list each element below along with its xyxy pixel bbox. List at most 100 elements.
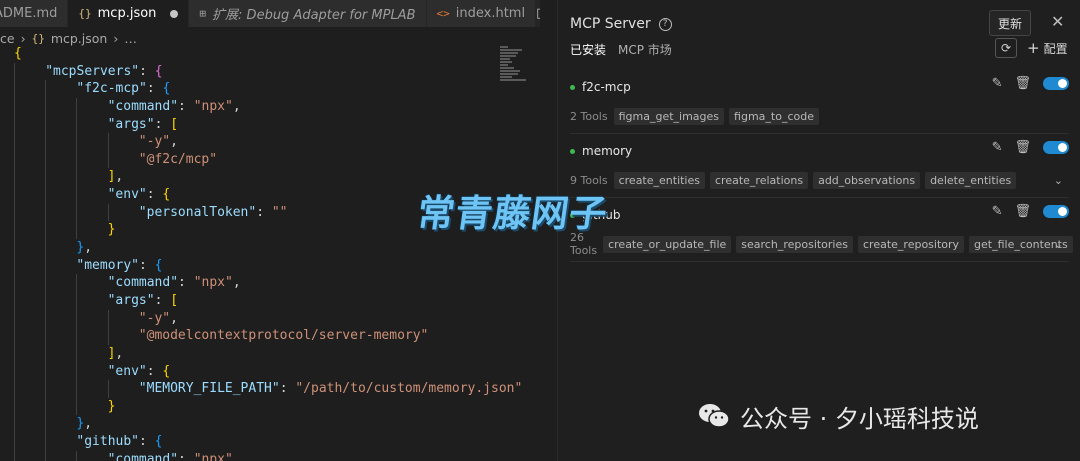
- tool-chip[interactable]: figma_get_images: [613, 107, 725, 125]
- tools-count: 2 Tools: [570, 109, 608, 123]
- server-item-github: github ✎ 🗑 26 Tools create_or_update_fil…: [570, 198, 1073, 262]
- code-line-text: }: [107, 222, 116, 238]
- code-line-text: "command": "npx",: [107, 275, 241, 291]
- breadcrumb-file[interactable]: mcp.json: [51, 31, 108, 46]
- code-line: "f2c-mcp": {: [0, 80, 500, 98]
- extension-icon: ⊞: [199, 7, 207, 20]
- code-line: ],: [0, 344, 500, 363]
- tool-chip[interactable]: create_entities: [613, 171, 705, 189]
- code-content[interactable]: {"mcpServers": {"f2c-mcp": {"command": "…: [0, 45, 522, 461]
- code-line-text: "command": "npx",: [107, 98, 241, 114]
- json-file-icon: {}: [31, 31, 45, 45]
- code-line-text: "command": "npx": [107, 451, 233, 461]
- code-line-text: "memory": {: [76, 257, 163, 273]
- tool-chip[interactable]: add_observations: [813, 171, 921, 189]
- trash-icon[interactable]: 🗑: [1014, 76, 1031, 91]
- breadcrumb-separator: ›: [113, 30, 119, 46]
- code-line-text: "MEMORY_FILE_PATH": "/path/to/custom/mem…: [138, 381, 523, 397]
- code-line-text: "-y",: [138, 310, 178, 326]
- code-line: "command": "npx",: [0, 274, 500, 292]
- server-enabled-toggle[interactable]: [1043, 141, 1069, 154]
- tab-mcp-market[interactable]: MCP 市场: [618, 41, 672, 58]
- tab-index-html[interactable]: <> index.html: [426, 0, 537, 27]
- chevron-down-icon[interactable]: ⌄: [1054, 174, 1063, 187]
- trash-icon[interactable]: 🗑: [1014, 140, 1031, 155]
- status-dot-icon: [570, 84, 575, 90]
- code-line-text: ],: [107, 345, 124, 361]
- server-enabled-toggle[interactable]: [1043, 77, 1069, 90]
- tool-chip[interactable]: figma_to_code: [729, 107, 819, 125]
- status-dot-icon: [570, 148, 575, 154]
- code-line: "env": {: [0, 362, 500, 381]
- code-line: "command": "npx": [0, 450, 500, 461]
- tab-readme-label: ADME.md: [0, 6, 58, 21]
- breadcrumb-more[interactable]: …: [124, 31, 137, 46]
- html-file-icon: <>: [436, 7, 450, 20]
- server-actions: ✎ 🗑: [992, 76, 1069, 91]
- server-actions: ✎ 🗑: [992, 204, 1069, 219]
- breadcrumb-separator: ›: [20, 30, 26, 46]
- watermark-text: 常青藤网子: [414, 192, 611, 235]
- code-line-text: "github": {: [76, 434, 163, 450]
- code-line: },: [0, 239, 500, 257]
- tool-chip[interactable]: create_repository: [858, 235, 965, 253]
- code-line-text: "args": [: [107, 292, 179, 308]
- code-line: "MEMORY_FILE_PATH": "/path/to/custom/mem…: [0, 380, 522, 398]
- tool-chip[interactable]: delete_entities: [925, 171, 1017, 189]
- server-name-row: f2c-mcp: [570, 78, 631, 96]
- trash-icon[interactable]: 🗑: [1014, 204, 1031, 219]
- add-config-label: 配置: [1043, 41, 1068, 56]
- code-line: }: [0, 397, 500, 416]
- edit-icon[interactable]: ✎: [992, 204, 1003, 219]
- credit-banner: 公众号 · 夕小瑶科技说: [698, 398, 979, 434]
- server-enabled-toggle[interactable]: [1043, 205, 1069, 218]
- server-item-memory: memory ✎ 🗑 9 Tools create_entities create…: [570, 134, 1069, 198]
- tab-readme[interactable]: ADME.md: [0, 0, 69, 27]
- chevron-down-icon[interactable]: ⌄: [1054, 238, 1063, 251]
- edit-icon[interactable]: ✎: [992, 140, 1003, 155]
- code-line-text: "f2c-mcp": {: [76, 81, 171, 97]
- code-line-text: {: [14, 46, 22, 61]
- json-file-icon: {}: [78, 7, 92, 20]
- tab-installed[interactable]: 已安装: [570, 41, 606, 58]
- code-line: "github": {: [0, 433, 500, 451]
- split-editor-icon[interactable]: ◫: [536, 6, 540, 21]
- tab-extension-debug-adapter[interactable]: ⊞ 扩展: Debug Adapter for MPLAB: [189, 0, 427, 27]
- help-icon[interactable]: ?: [658, 17, 672, 31]
- edit-icon[interactable]: ✎: [992, 76, 1003, 91]
- wechat-icon: [699, 404, 730, 428]
- refresh-icon[interactable]: ⟳: [995, 38, 1017, 58]
- code-line-text: "personalToken": "": [138, 204, 288, 220]
- code-line-text: "-y",: [138, 134, 178, 150]
- server-name: memory: [582, 144, 633, 158]
- code-line: "-y",: [0, 309, 500, 328]
- tools-row: 2 Tools figma_get_images figma_to_code: [570, 106, 819, 126]
- tab-index-html-label: index.html: [455, 6, 526, 21]
- tab-extension-label: 扩展: Debug Adapter for MPLAB: [212, 8, 416, 23]
- plus-icon: +: [1027, 39, 1040, 57]
- unsaved-dot-icon[interactable]: [170, 9, 179, 18]
- mcp-server-panel: MCP Server ? 更新 ✕ 已安装 MCP 市场 ⟳ + 配置 f2c-…: [557, 0, 1080, 461]
- close-icon[interactable]: ✕: [1051, 12, 1064, 31]
- server-actions: ✎ 🗑: [992, 140, 1069, 155]
- tool-chip[interactable]: create_or_update_file: [603, 235, 732, 253]
- tool-chip[interactable]: create_relations: [710, 171, 809, 189]
- tab-mcp-json-label: mcp.json: [97, 6, 157, 21]
- server-name-row: memory: [570, 142, 632, 160]
- code-line: "args": [: [0, 291, 500, 310]
- server-item-f2c-mcp: f2c-mcp ✎ 🗑 2 Tools figma_get_images figm…: [570, 70, 1069, 134]
- code-line: "mcpServers": {: [0, 62, 500, 81]
- tool-chip[interactable]: search_repositories: [736, 235, 853, 253]
- add-config-button[interactable]: + 配置: [1027, 38, 1068, 58]
- code-line: "-y",: [0, 133, 500, 151]
- code-line-text: "env": {: [107, 187, 171, 203]
- code-line-text: "args": [: [107, 116, 179, 132]
- tab-mcp-json[interactable]: {} mcp.json: [68, 0, 190, 27]
- code-line: "command": "npx",: [0, 97, 500, 116]
- breadcrumb-folder[interactable]: ce: [0, 31, 15, 46]
- tools-row: 9 Tools create_entities create_relations a…: [570, 170, 1017, 190]
- minimap[interactable]: [500, 45, 540, 105]
- tools-row: 26 Tools create_or_update_file search_rep…: [570, 231, 1073, 257]
- panel-title: MCP Server: [570, 16, 651, 32]
- code-line-text: "mcpServers": {: [45, 63, 163, 79]
